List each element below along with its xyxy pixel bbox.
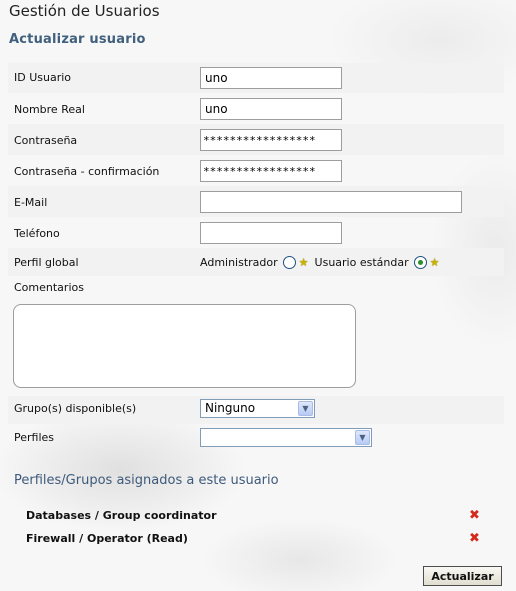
comments-textarea[interactable] <box>13 304 356 388</box>
comments-label: Comentarios <box>14 281 84 294</box>
id-label: ID Usuario <box>14 71 72 84</box>
assigned-item: Databases / Group coordinator <box>26 509 217 522</box>
profile-option-admin-label: Administrador <box>200 256 278 269</box>
update-button[interactable]: Actualizar <box>423 566 502 586</box>
profile-option-standard-label: Usuario estándar <box>314 256 409 269</box>
profiles-select[interactable]: ▼ <box>200 428 372 447</box>
groups-select[interactable]: Ninguno ▼ <box>200 399 315 418</box>
page-title: Gestión de Usuarios <box>9 2 160 20</box>
assigned-item: Firewall / Operator (Read) <box>26 532 188 545</box>
chevron-down-icon[interactable]: ▼ <box>298 401 313 416</box>
profiles-label: Perfiles <box>14 431 55 444</box>
password-confirm-input[interactable] <box>200 160 342 182</box>
password-confirm-label: Contraseña - confirmación <box>14 165 160 178</box>
password-label: Contraseña <box>14 134 78 147</box>
profile-option-admin-radio[interactable] <box>282 256 296 269</box>
section-title: Actualizar usuario <box>9 32 146 47</box>
star-icon: ★ <box>298 256 309 269</box>
star-icon: ★ <box>429 256 440 269</box>
phone-input[interactable] <box>200 222 342 244</box>
email-input[interactable] <box>200 191 462 213</box>
phone-label: Teléfono <box>14 227 60 240</box>
chevron-down-icon[interactable]: ▼ <box>355 430 370 445</box>
delete-x-icon[interactable]: ✖ <box>469 509 480 522</box>
email-label: E-Mail <box>14 196 48 209</box>
groups-label: Grupo(s) disponible(s) <box>14 402 137 415</box>
assigned-title: Perfiles/Grupos asignados a este usuario <box>14 473 279 488</box>
id-input[interactable] <box>200 67 342 89</box>
password-input[interactable] <box>200 129 342 151</box>
profile-option-standard-radio[interactable] <box>413 256 427 269</box>
groups-select-value: Ninguno <box>205 401 256 415</box>
profile-radio-group: Administrador ★ Usuario estándar ★ <box>200 256 445 269</box>
delete-x-icon[interactable]: ✖ <box>469 532 480 545</box>
name-input[interactable] <box>200 98 342 120</box>
profile-label: Perfil global <box>14 256 79 269</box>
name-label: Nombre Real <box>14 103 85 116</box>
